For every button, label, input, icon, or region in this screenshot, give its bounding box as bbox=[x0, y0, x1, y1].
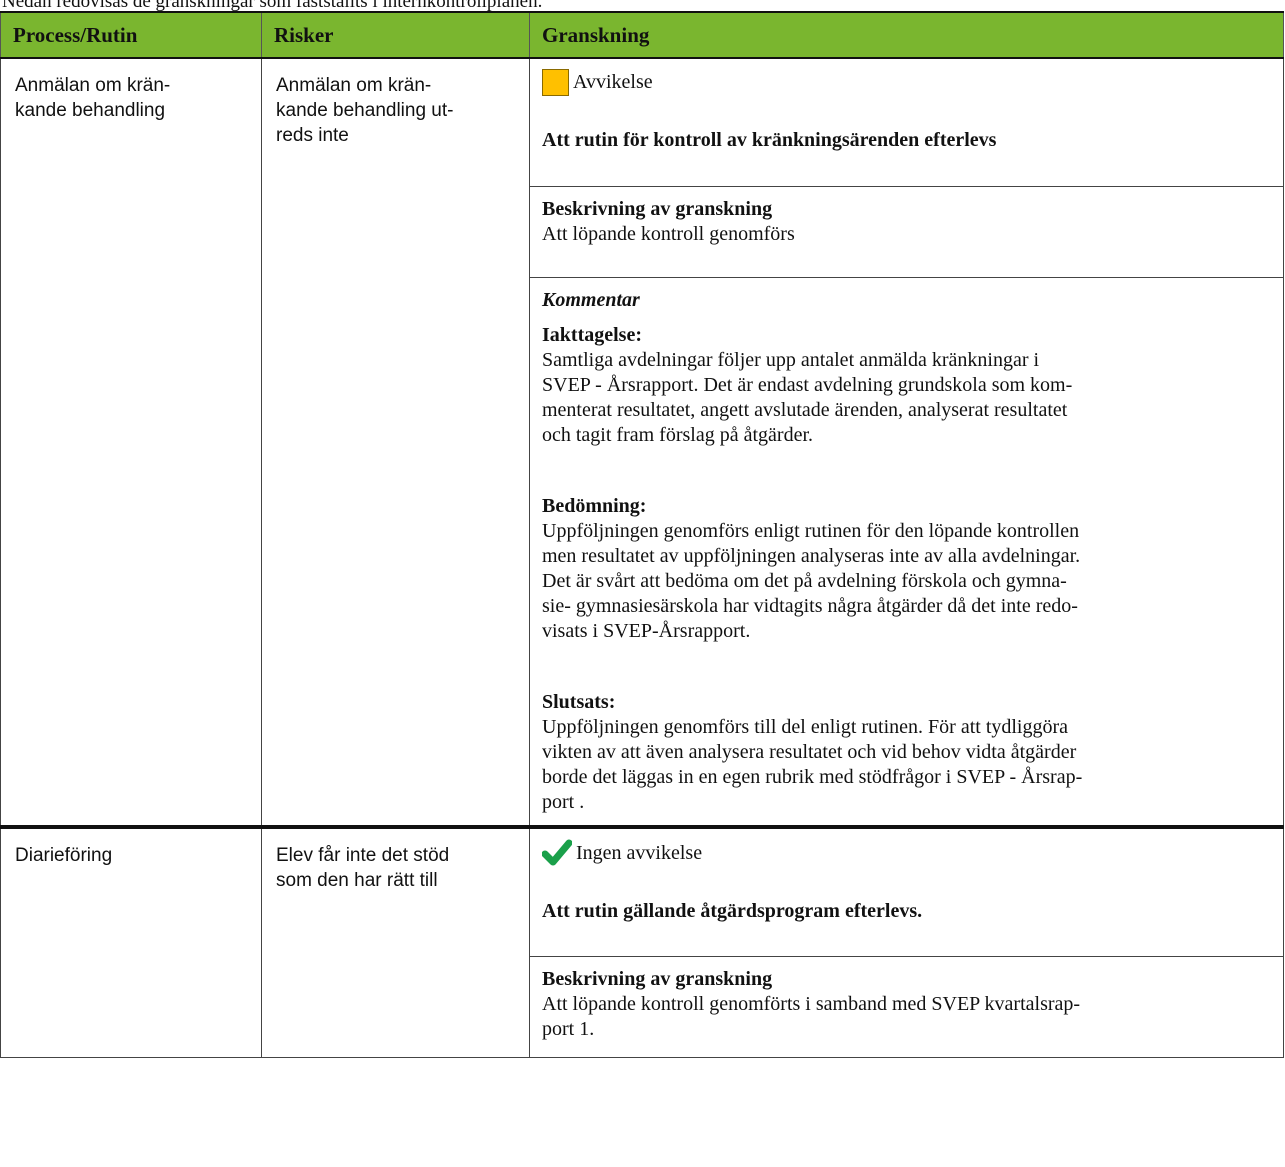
objective-text: Att rutin gällande åtgärdsprogram efterl… bbox=[542, 900, 923, 922]
process-text: Diarieföring bbox=[15, 845, 113, 866]
risk-text: Elev får inte det stöd bbox=[276, 845, 450, 866]
review-description-cell: Beskrivning av granskning Att löpande ko… bbox=[529, 186, 1284, 278]
text-line: Samtliga avdelningar följer upp antalet … bbox=[542, 349, 1040, 371]
table-row: Anmälan om krän- kande behandling Anmäla… bbox=[0, 57, 1284, 828]
text-line: SVEP - Årsrapport. Det är endast avdelni… bbox=[542, 374, 1073, 396]
green-check-icon bbox=[542, 839, 572, 867]
observation-title: Iakttagelse: bbox=[542, 324, 642, 346]
text-line: Det är svårt att bedöma om det på avdeln… bbox=[542, 570, 1067, 592]
status-line: Avvikelse bbox=[542, 69, 1269, 96]
text-line: sie- gymnasiesärskola har vidtagits någr… bbox=[542, 595, 1078, 617]
table-header-row: Process/Rutin Risker Granskning bbox=[0, 11, 1284, 59]
process-text: Anmälan om krän- bbox=[15, 75, 171, 96]
header-review: Granskning bbox=[529, 11, 1284, 59]
text-line: borde det läggas in en egen rubrik med s… bbox=[542, 766, 1083, 788]
risk-text: kande behandling ut- bbox=[276, 100, 454, 121]
description-title: Beskrivning av granskning bbox=[542, 968, 773, 990]
assessment-title: Bedömning: bbox=[542, 495, 647, 517]
description-text: Att löpande kontroll genomförs bbox=[542, 223, 795, 245]
conclusion-title: Slutsats: bbox=[542, 691, 616, 713]
text-line: vikten av att även analysera resultatet … bbox=[542, 741, 1077, 763]
review-description-cell: Beskrivning av granskning Att löpande ko… bbox=[529, 956, 1284, 1058]
comment-title: Kommentar bbox=[542, 289, 640, 311]
text-line: Uppföljningen genomförs till del enligt … bbox=[542, 716, 1069, 738]
process-text: kande behandling bbox=[15, 100, 166, 121]
text-line: port 1. bbox=[542, 1018, 595, 1040]
header-risks: Risker bbox=[261, 11, 530, 59]
text-line: port . bbox=[542, 791, 585, 813]
review-status-cell: Avvikelse Att rutin för kontroll av krän… bbox=[529, 57, 1284, 187]
text-line: och tagit fram förslag på åtgärder. bbox=[542, 424, 813, 446]
observation-text: Samtliga avdelningar följer upp antalet … bbox=[542, 348, 1269, 448]
review-comment-cell: Kommentar Iakttagelse: Samtliga avdelnin… bbox=[529, 277, 1284, 828]
text-line: Att löpande kontroll genomförts i samban… bbox=[542, 993, 1081, 1015]
review-status-cell: Ingen avvikelse Att rutin gällande åtgär… bbox=[529, 825, 1284, 957]
risk-cell: Anmälan om krän- kande behandling ut- re… bbox=[261, 57, 530, 828]
risk-text: som den har rätt till bbox=[276, 870, 438, 891]
header-process: Process/Rutin bbox=[0, 11, 262, 59]
status-label: Avvikelse bbox=[573, 71, 653, 93]
yellow-square-icon bbox=[542, 69, 569, 96]
risk-cell: Elev får inte det stöd som den har rätt … bbox=[261, 825, 530, 1058]
risk-text: reds inte bbox=[276, 125, 349, 146]
objective-text: Att rutin för kontroll av kränkningsären… bbox=[542, 129, 997, 151]
text-line: Uppföljningen genomförs enligt rutinen f… bbox=[542, 520, 1080, 542]
status-line: Ingen avvikelse bbox=[542, 839, 1269, 867]
table-row: Diarieföring Elev får inte det stöd som … bbox=[0, 825, 1284, 1058]
review-table: Process/Rutin Risker Granskning Anmälan … bbox=[0, 11, 1284, 1058]
process-cell: Anmälan om krän- kande behandling bbox=[0, 57, 262, 828]
status-label: Ingen avvikelse bbox=[576, 841, 703, 864]
text-line: men resultatet av uppföljningen analyser… bbox=[542, 545, 1081, 567]
process-cell: Diarieföring bbox=[0, 825, 262, 1058]
assessment-text: Uppföljningen genomförs enligt rutinen f… bbox=[542, 519, 1269, 644]
description-title: Beskrivning av granskning bbox=[542, 198, 773, 220]
conclusion-text: Uppföljningen genomförs till del enligt … bbox=[542, 715, 1269, 815]
risk-text: Anmälan om krän- bbox=[276, 75, 432, 96]
text-line: visats i SVEP-Årsrapport. bbox=[542, 620, 751, 642]
text-line: menterat resultatet, angett avslutade är… bbox=[542, 399, 1068, 421]
